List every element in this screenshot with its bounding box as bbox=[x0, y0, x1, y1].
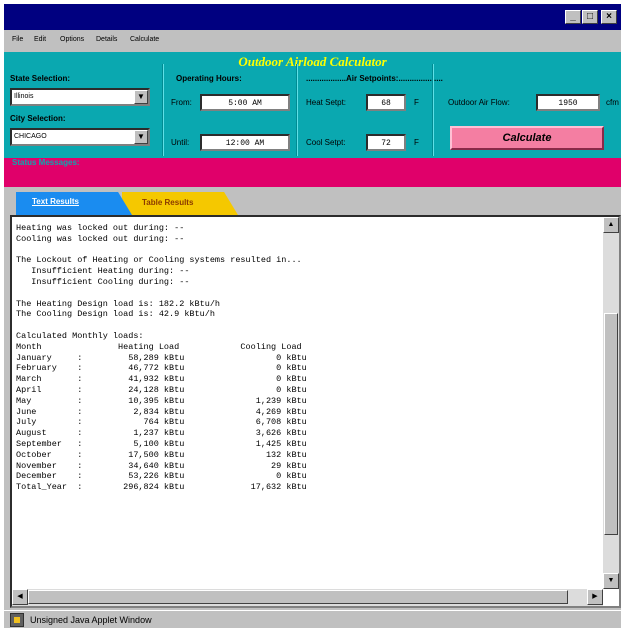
menu-edit[interactable]: Edit bbox=[34, 36, 46, 43]
results-panel: Heating was locked out during: -- Coolin… bbox=[10, 215, 621, 608]
status-messages-label: Status Messages: bbox=[12, 158, 80, 167]
app-title: Outdoor Airload Calculator bbox=[238, 54, 387, 69]
minimize-button[interactable]: _ bbox=[565, 10, 581, 24]
dropdown-arrow-icon[interactable]: ▼ bbox=[134, 90, 148, 104]
divider bbox=[296, 64, 298, 156]
cool-setpoint-label: Cool Setpt: bbox=[306, 138, 346, 147]
menu-calculate[interactable]: Calculate bbox=[130, 36, 159, 43]
applet-warning-text: Unsigned Java Applet Window bbox=[30, 615, 152, 625]
until-time-input[interactable]: 12:00 AM bbox=[200, 134, 290, 151]
menu-file[interactable]: File bbox=[12, 36, 23, 43]
title-bar[interactable]: _ □ × bbox=[4, 4, 621, 30]
menu-bar: File Edit Options Details Calculate bbox=[4, 30, 621, 52]
maximize-button[interactable]: □ bbox=[582, 10, 598, 24]
divider bbox=[162, 64, 164, 156]
city-label: City Selection: bbox=[10, 114, 66, 123]
scroll-right-icon[interactable]: ▶ bbox=[587, 589, 603, 605]
scroll-up-icon[interactable]: ▲ bbox=[603, 217, 619, 233]
status-messages-area: Status Messages: bbox=[4, 158, 621, 187]
setpoints-label: ..................Air Setpoints:........… bbox=[306, 74, 443, 83]
air-flow-input[interactable]: 1950 bbox=[536, 94, 600, 111]
tab-table-results[interactable]: Table Results bbox=[122, 192, 238, 215]
vertical-scrollbar[interactable]: ▲ ▼ bbox=[603, 217, 619, 589]
until-label: Until: bbox=[171, 138, 190, 147]
scroll-left-icon[interactable]: ◀ bbox=[12, 589, 28, 605]
close-button[interactable]: × bbox=[601, 10, 617, 24]
state-select[interactable]: Illinois ▼ bbox=[10, 88, 150, 106]
horizontal-scroll-thumb[interactable] bbox=[28, 590, 568, 604]
heat-setpoint-input[interactable]: 68 bbox=[366, 94, 406, 111]
city-select[interactable]: CHICAGO ▼ bbox=[10, 128, 150, 146]
menu-details[interactable]: Details bbox=[96, 36, 117, 43]
results-tabs: Table Results Text Results bbox=[4, 187, 621, 215]
heat-setpoint-label: Heat Setpt: bbox=[306, 98, 347, 107]
cool-setpoint-input[interactable]: 72 bbox=[366, 134, 406, 151]
from-time-input[interactable]: 5:00 AM bbox=[200, 94, 290, 111]
applet-window: _ □ × File Edit Options Details Calculat… bbox=[4, 4, 621, 628]
dropdown-arrow-icon[interactable]: ▼ bbox=[134, 130, 148, 144]
tab-text-results-label: Text Results bbox=[32, 197, 79, 206]
cool-unit: F bbox=[414, 138, 419, 147]
menu-options[interactable]: Options bbox=[60, 36, 84, 43]
java-applet-icon bbox=[10, 613, 24, 627]
from-label: From: bbox=[171, 98, 192, 107]
calculate-button[interactable]: Calculate bbox=[450, 126, 604, 150]
city-select-value: CHICAGO bbox=[14, 133, 47, 140]
hours-label: Operating Hours: bbox=[176, 74, 242, 83]
tab-text-results[interactable]: Text Results bbox=[16, 192, 132, 215]
heat-unit: F bbox=[414, 98, 419, 107]
scroll-down-icon[interactable]: ▼ bbox=[603, 573, 619, 589]
state-label: State Selection: bbox=[10, 74, 71, 83]
results-textarea[interactable]: Heating was locked out during: -- Coolin… bbox=[16, 223, 602, 587]
tab-table-results-label: Table Results bbox=[142, 198, 194, 207]
input-panel: Outdoor Airload Calculator State Selecti… bbox=[4, 52, 621, 187]
vertical-scroll-thumb[interactable] bbox=[604, 313, 618, 535]
state-select-value: Illinois bbox=[14, 93, 34, 100]
applet-status-bar: Unsigned Java Applet Window bbox=[4, 610, 621, 628]
air-flow-label: Outdoor Air Flow: bbox=[448, 98, 510, 107]
air-flow-unit: cfm bbox=[606, 98, 619, 107]
horizontal-scrollbar[interactable]: ◀ ▶ bbox=[12, 589, 603, 606]
divider bbox=[432, 64, 434, 156]
